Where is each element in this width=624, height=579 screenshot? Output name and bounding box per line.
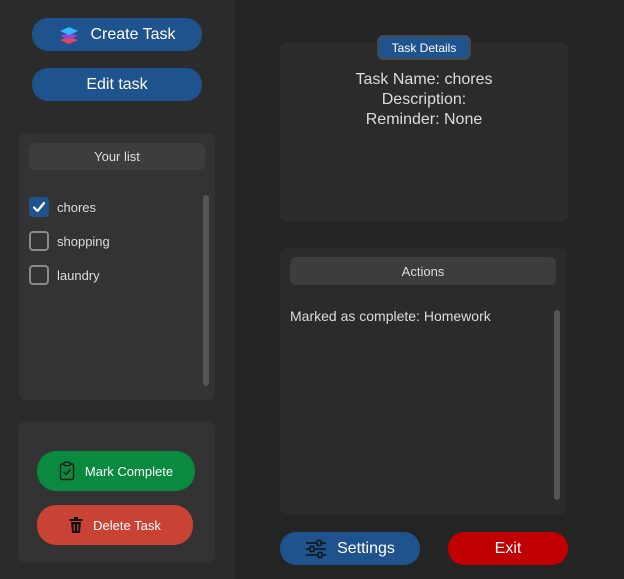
log-entry: Marked as complete: Homework <box>290 308 491 324</box>
trash-icon <box>69 517 83 533</box>
actions-log-scrollbar[interactable] <box>554 310 560 500</box>
mark-complete-button[interactable]: Mark Complete <box>37 451 195 491</box>
layers-icon <box>58 24 80 46</box>
task-label: laundry <box>57 267 100 283</box>
task-checkbox[interactable] <box>29 197 49 217</box>
delete-task-button[interactable]: Delete Task <box>37 505 193 545</box>
task-list-scrollbar[interactable] <box>203 195 209 386</box>
exit-button[interactable]: Exit <box>448 532 568 565</box>
create-task-button[interactable]: Create Task <box>32 18 202 51</box>
actions-header: Actions <box>290 257 556 285</box>
create-task-label: Create Task <box>90 25 176 43</box>
mark-complete-label: Mark Complete <box>84 463 174 479</box>
task-description-text: Description: <box>381 91 467 108</box>
settings-button[interactable]: Settings <box>280 532 420 565</box>
clipboard-check-icon <box>59 461 75 481</box>
task-list-panel: Your list chores shopping laundry <box>19 133 215 400</box>
task-details-tag: Task Details <box>377 35 471 60</box>
task-details-panel: Task Name: chores Description: Reminder:… <box>280 42 568 222</box>
delete-task-label: Delete Task <box>93 517 161 533</box>
settings-label: Settings <box>337 539 395 557</box>
actions-log-panel: Actions Marked as complete: Homework <box>280 248 567 514</box>
sliders-icon <box>305 539 327 559</box>
task-reminder-text: Reminder: None <box>365 111 483 128</box>
task-item-chores[interactable]: chores <box>29 195 96 219</box>
edit-task-button[interactable]: Edit task <box>32 68 202 101</box>
task-name-text: Task Name: chores <box>355 71 493 88</box>
list-header: Your list <box>29 143 205 170</box>
task-actions-panel: Mark Complete Delete Task <box>18 422 215 562</box>
task-item-shopping[interactable]: shopping <box>29 229 110 253</box>
sidebar: Create Task Edit task Your list chores s… <box>0 0 235 579</box>
task-checkbox[interactable] <box>29 265 49 285</box>
checkmark-icon <box>32 201 46 213</box>
task-item-laundry[interactable]: laundry <box>29 263 100 287</box>
task-checkbox[interactable] <box>29 231 49 251</box>
task-label: shopping <box>57 233 110 249</box>
task-label: chores <box>57 199 97 215</box>
